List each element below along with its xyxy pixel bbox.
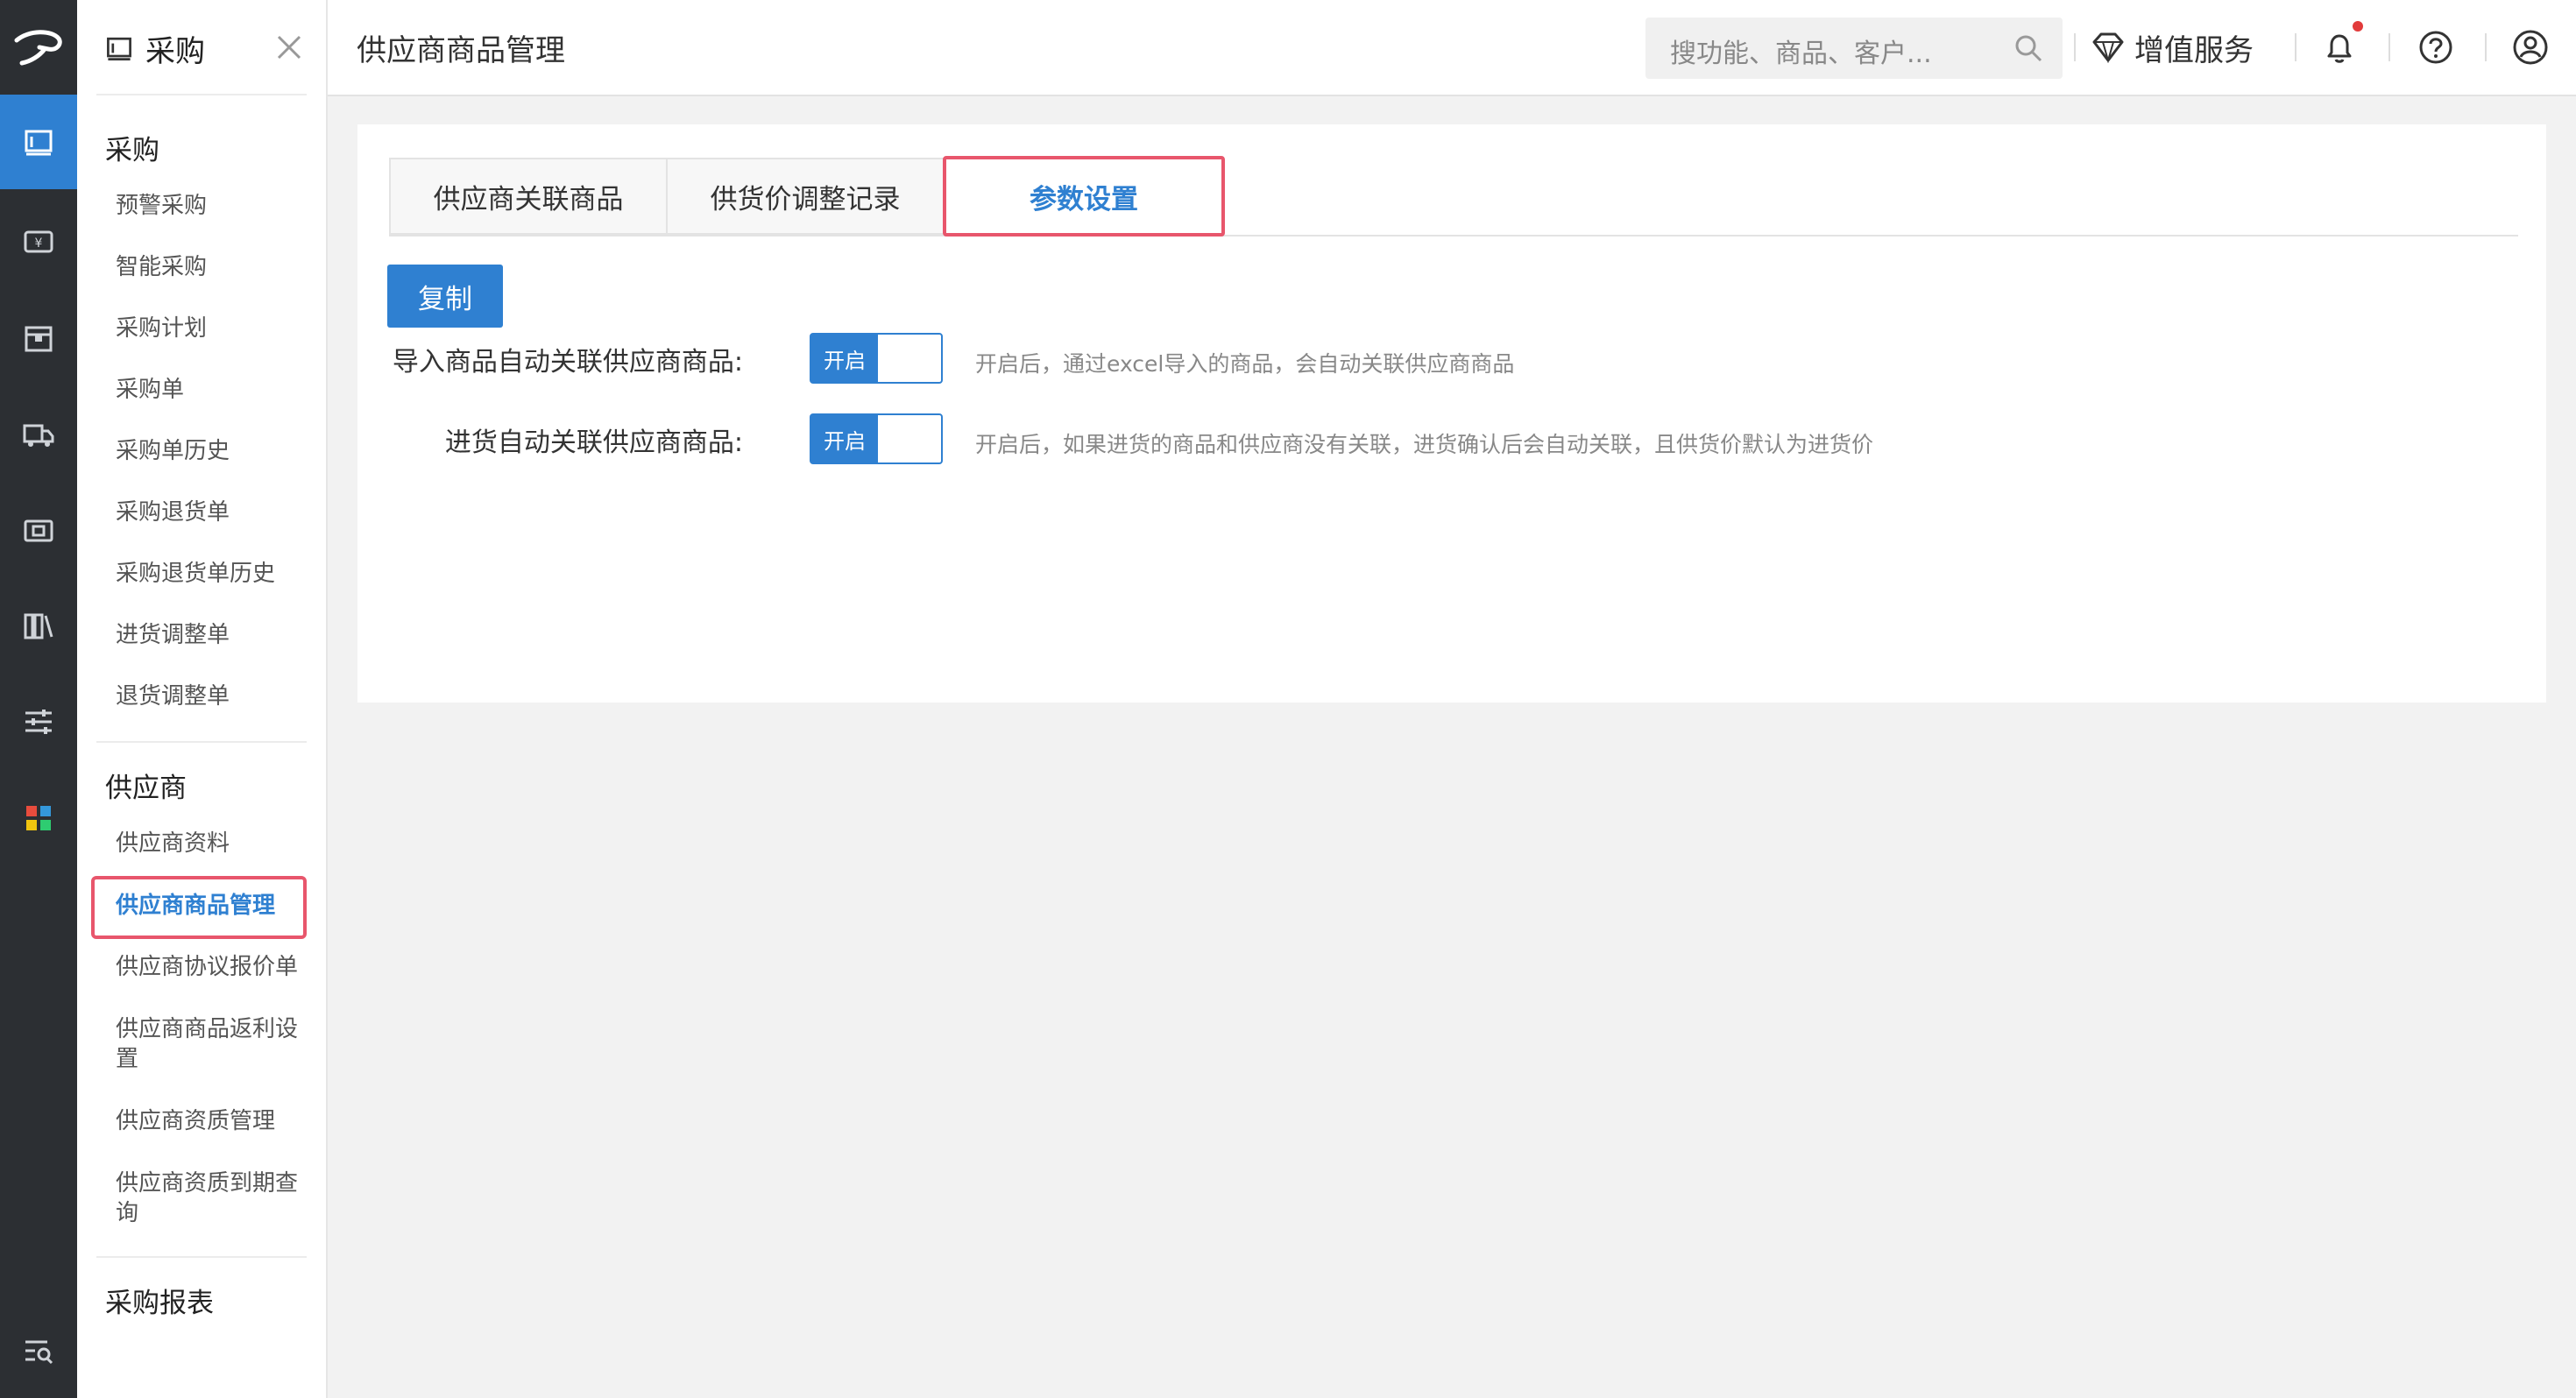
rail-apps[interactable]	[0, 771, 77, 865]
tab-baseline	[389, 235, 2518, 237]
rail-menu-search[interactable]	[0, 1303, 77, 1398]
menu-item-return-adjust[interactable]: 退货调整单	[116, 681, 300, 711]
page-title: 供应商商品管理	[357, 33, 565, 68]
notification-dot	[2353, 21, 2363, 32]
purchase-icon	[107, 37, 131, 60]
setting-hint-import: 开启后，通过excel导入的商品，会自动关联供应商商品	[975, 351, 1515, 377]
rail-settings[interactable]	[0, 674, 77, 769]
tab-bar: 供应商关联商品 供货价调整记录 参数设置	[389, 156, 2544, 237]
menu-item-supplier-info[interactable]: 供应商资料	[116, 829, 300, 858]
toggle-on-label: 开启	[811, 415, 878, 462]
help-icon[interactable]	[2417, 28, 2455, 67]
rail-reports[interactable]	[0, 578, 77, 673]
menu-search-icon	[25, 1340, 53, 1365]
menu-item-purchase-order-history[interactable]: 采购单历史	[116, 436, 300, 466]
value-added-service-label: 增值服务	[2134, 32, 2254, 68]
rail-purchase[interactable]	[0, 95, 77, 189]
menu-item-supplier-qualification[interactable]: 供应商资质管理	[116, 1106, 300, 1136]
menu-item-smart-purchase[interactable]: 智能采购	[116, 252, 300, 282]
menu-item-supplier-rebate[interactable]: 供应商商品返利设置	[116, 1014, 300, 1074]
copy-button[interactable]: 复制	[387, 265, 503, 328]
finance-icon: ¥	[24, 230, 53, 253]
delivery-icon	[23, 424, 54, 447]
import-auto-link-toggle[interactable]: 开启	[810, 333, 943, 384]
menu-item-warning-purchase[interactable]: 预警采购	[116, 191, 300, 221]
pos-icon	[24, 519, 53, 542]
menu-item-purchase-order[interactable]: 采购单	[116, 375, 300, 405]
tab-supplier-linked-goods[interactable]: 供应商关联商品	[389, 158, 668, 235]
menu-item-stock-in-adjust[interactable]: 进货调整单	[116, 620, 300, 650]
menu-divider	[96, 741, 307, 743]
bell-icon[interactable]	[2320, 28, 2359, 67]
menu-title: 采购	[145, 33, 205, 69]
user-icon[interactable]	[2511, 28, 2550, 67]
secondary-menu: 采购 采购 预警采购 智能采购 采购计划 采购单 采购单历史 采购退货单 采购退…	[77, 0, 328, 1398]
menu-item-qualification-expiry[interactable]: 供应商资质到期查询	[116, 1169, 300, 1228]
diamond-icon	[2092, 32, 2124, 63]
topbar-divider	[2295, 33, 2296, 61]
topbar-divider	[2485, 33, 2487, 61]
menu-group-purchase[interactable]: 采购	[105, 128, 159, 167]
search-input[interactable]: 搜功能、商品、客户...	[1670, 32, 1932, 70]
inventory-icon	[25, 326, 53, 352]
settings-sliders-icon	[25, 710, 52, 734]
topbar-divider	[2074, 33, 2076, 61]
setting-label-import-auto-link: 导入商品自动关联供应商商品:	[392, 347, 743, 378]
toggle-on-label: 开启	[811, 335, 878, 382]
apps-grid-icon	[26, 806, 51, 830]
setting-hint-stock-in: 开启后，如果进货的商品和供应商没有关联，进货确认后会自动关联，且供货价默认为进货…	[975, 432, 1874, 457]
rail-delivery[interactable]	[0, 387, 77, 482]
top-bar: 供应商商品管理 搜功能、商品、客户... 增值服务	[328, 0, 2576, 96]
reports-icon	[24, 613, 53, 639]
svg-text:¥: ¥	[35, 237, 43, 251]
rail-inventory[interactable]	[0, 291, 77, 385]
setting-label-stock-in-auto-link: 进货自动关联供应商商品:	[444, 427, 743, 458]
rail-finance[interactable]: ¥	[0, 194, 77, 289]
menu-group-supplier[interactable]: 供应商	[105, 766, 187, 805]
rail-pos[interactable]	[0, 484, 77, 578]
close-icon[interactable]	[273, 32, 305, 63]
logo-icon[interactable]	[0, 0, 77, 95]
stock-in-auto-link-toggle[interactable]: 开启	[810, 413, 943, 464]
topbar-divider	[2388, 33, 2390, 61]
main-panel: 供应商关联商品 供货价调整记录 参数设置 复制 导入商品自动关联供应商商品: 开…	[357, 124, 2546, 703]
menu-divider	[96, 94, 307, 95]
menu-item-purchase-return[interactable]: 采购退货单	[116, 498, 300, 527]
search-icon[interactable]	[2013, 33, 2043, 63]
menu-item-supplier-goods[interactable]: 供应商商品管理	[116, 891, 300, 921]
menu-header: 采购	[103, 26, 305, 70]
menu-item-supplier-quote[interactable]: 供应商协议报价单	[116, 952, 300, 982]
menu-divider	[96, 1256, 307, 1258]
menu-item-purchase-plan[interactable]: 采购计划	[116, 314, 300, 343]
purchase-icon	[25, 130, 53, 156]
menu-group-reports[interactable]: 采购报表	[105, 1281, 214, 1320]
icon-rail: ¥	[0, 0, 77, 1398]
tab-price-adjust-log[interactable]: 供货价调整记录	[666, 158, 945, 235]
tab-parameter-settings[interactable]: 参数设置	[943, 156, 1225, 237]
menu-item-purchase-return-history[interactable]: 采购退货单历史	[116, 559, 300, 589]
global-search[interactable]: 搜功能、商品、客户...	[1645, 18, 2063, 79]
value-added-service-button[interactable]: 增值服务	[2091, 26, 2254, 68]
